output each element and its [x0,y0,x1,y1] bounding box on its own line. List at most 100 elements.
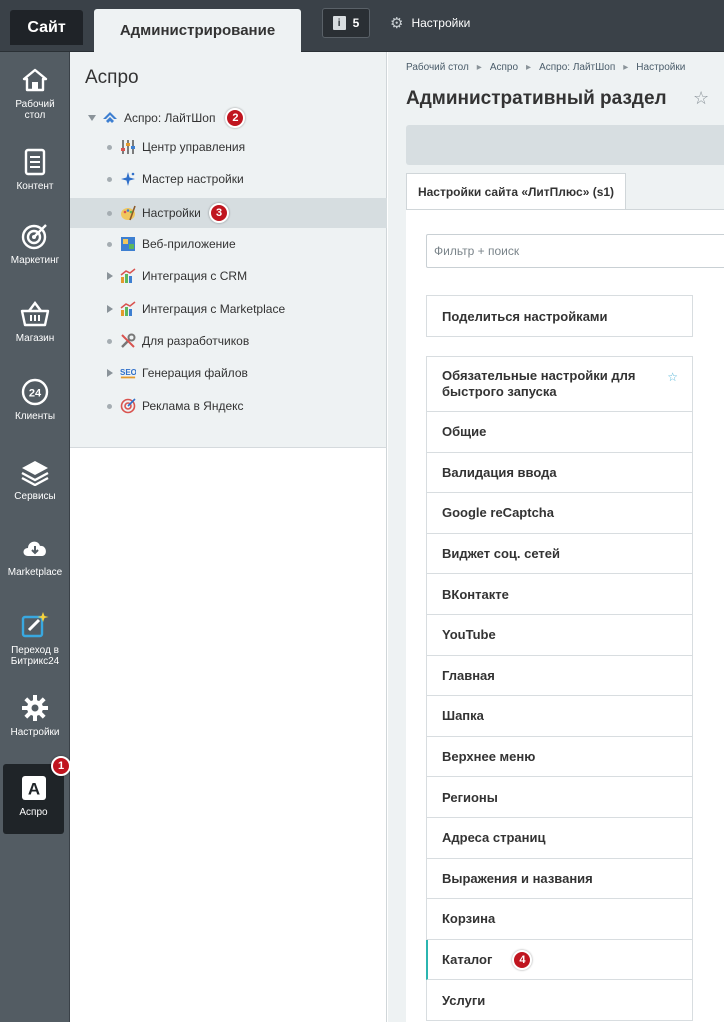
section-item[interactable]: Обязательные настройки для быстрого запу… [426,356,693,412]
clients-24-icon: 24 [20,378,50,406]
bullet-icon [107,241,112,247]
gear-icon: ⚙ [390,15,404,32]
page-title: Административный раздел [406,88,667,109]
section-item[interactable]: Google reCaptcha [426,493,693,534]
nav-item-marketplace[interactable]: Marketplace [0,534,70,578]
section-item[interactable]: Шапка [426,696,693,737]
tree-item-label: Настройки [142,206,201,220]
nav-label: Магазин [15,333,55,344]
breadcrumb-item[interactable]: Рабочий стол [406,62,469,73]
chart-icon [120,268,136,284]
tree-item-control-center[interactable]: Центр управления [70,132,387,162]
section-item[interactable]: Регионы [426,777,693,818]
target-ad-icon [120,398,136,414]
section-item[interactable]: Верхнее меню [426,736,693,778]
section-item[interactable]: Выражения и названия [426,858,693,900]
notifications-button[interactable]: i 5 [322,8,370,38]
section-item[interactable]: Услуги [426,980,693,1021]
share-settings-button[interactable]: Поделиться настройками [426,295,693,337]
tree-item-yandex-ads[interactable]: Реклама в Яндекс [70,391,387,421]
home-icon [20,66,50,94]
gear-icon [20,694,50,722]
bullet-icon [107,210,112,216]
tree-item-label: Центр управления [142,140,246,154]
settings-content: Фильтр + поиск Поделиться настройками Об… [406,209,724,1022]
nav-item-clients[interactable]: 24 Клиенты [0,378,70,422]
section-label: Главная [442,667,495,683]
section-item[interactable]: Главная [426,655,693,697]
nav-item-bitrix24[interactable]: Переход в Битрикс24 [0,612,70,667]
section-label: Общие [442,424,487,440]
nav-label: Рабочий стол [15,99,55,121]
nav-label: Контент [16,181,54,192]
expand-arrow-icon[interactable] [107,305,113,313]
target-icon [20,222,50,250]
section-label: Услуги [442,992,486,1008]
nav-label: Настройки [10,727,60,738]
web-app-icon [120,236,136,252]
aspro-a-icon: A [19,774,49,802]
breadcrumb-item[interactable]: Настройки [636,62,685,73]
tree-item-label: Реклама в Яндекс [142,399,244,413]
tree-item-file-generation[interactable]: SEO Генерация файлов [70,358,387,388]
toolbar-strip [406,125,724,165]
top-settings-button[interactable]: ⚙ Настройки [390,13,470,33]
tree-panel-empty [70,447,387,1022]
star-icon[interactable]: ☆ [693,88,709,109]
nav-item-shop[interactable]: Магазин [0,300,70,344]
section-item[interactable]: Корзина [426,899,693,940]
breadcrumb-separator-icon: ▸ [526,62,532,73]
expand-arrow-icon[interactable] [107,369,113,377]
nav-item-marketing[interactable]: Маркетинг [0,222,70,266]
expand-arrow-icon[interactable] [107,272,113,280]
nav-item-desktop[interactable]: Рабочий стол [0,66,70,121]
tree-item-marketplace[interactable]: Интеграция с Marketplace [70,294,387,324]
aspro-logo-icon [103,112,117,123]
section-label: Регионы [442,789,498,805]
tree-item-web-app[interactable]: Веб-приложение [70,229,387,259]
bullet-icon [107,338,112,344]
section-item[interactable]: Валидация ввода [426,452,693,494]
palette-icon [120,205,136,221]
breadcrumb-separator-icon: ▸ [623,62,629,73]
tree-item-developers[interactable]: Для разработчиков [70,326,387,356]
nav-item-content[interactable]: Контент [0,148,70,192]
tree-root-label: Аспро: ЛайтШоп [124,111,216,125]
nav-item-services[interactable]: Сервисы [0,458,70,502]
nav-label: Клиенты [14,411,56,422]
breadcrumb: Рабочий стол ▸ Аспро ▸ Аспро: ЛайтШоп ▸ … [406,62,685,73]
left-nav: Рабочий стол Контент Маркетинг Магазин 2… [0,52,70,1022]
nav-item-settings[interactable]: Настройки [0,694,70,738]
section-label: Адреса страниц [442,830,546,846]
section-item[interactable]: Виджет соц. сетей [426,533,693,575]
section-label: Обязательные настройки для быстрого запу… [442,368,636,399]
tree-item-wizard[interactable]: Мастер настройки [70,164,387,194]
section-item[interactable]: YouTube [426,614,693,656]
section-item-catalog[interactable]: Каталог 4 [426,939,693,981]
breadcrumb-item[interactable]: Аспро: ЛайтШоп [539,62,615,73]
tab-site-settings[interactable]: Настройки сайта «ЛитПлюс» (s1) [406,173,626,209]
tree-item-crm[interactable]: Интеграция с CRM [70,261,387,291]
tree-item-label: Интеграция с Marketplace [142,302,286,316]
section-item[interactable]: ВКонтакте [426,574,693,615]
info-icon: i [332,16,346,30]
section-item[interactable]: Общие [426,412,693,453]
tree-item-label: Генерация файлов [142,366,248,380]
site-tab[interactable]: Сайт [10,10,83,45]
bullet-icon [107,176,112,182]
admin-tab[interactable]: Администрирование [94,9,301,52]
breadcrumb-separator-icon: ▸ [476,62,482,73]
section-item[interactable]: Адреса страниц [426,817,693,859]
tree-root[interactable]: Аспро: ЛайтШоп 2 [88,108,246,128]
filter-search-input[interactable]: Фильтр + поиск [426,234,724,268]
nav-label: Переход в Битрикс24 [10,645,60,667]
bullet-icon [107,403,112,409]
tree-item-settings[interactable]: Настройки 3 [70,198,387,228]
cloud-download-icon [20,534,50,562]
tree-item-label: Мастер настройки [142,172,244,186]
section-label: Валидация ввода [442,464,557,480]
collapse-arrow-icon[interactable] [88,115,96,121]
tree-panel: Аспро Аспро: ЛайтШоп 2 Центр управления … [70,52,387,447]
step-badge: 3 [209,203,229,223]
breadcrumb-item[interactable]: Аспро [490,62,518,73]
